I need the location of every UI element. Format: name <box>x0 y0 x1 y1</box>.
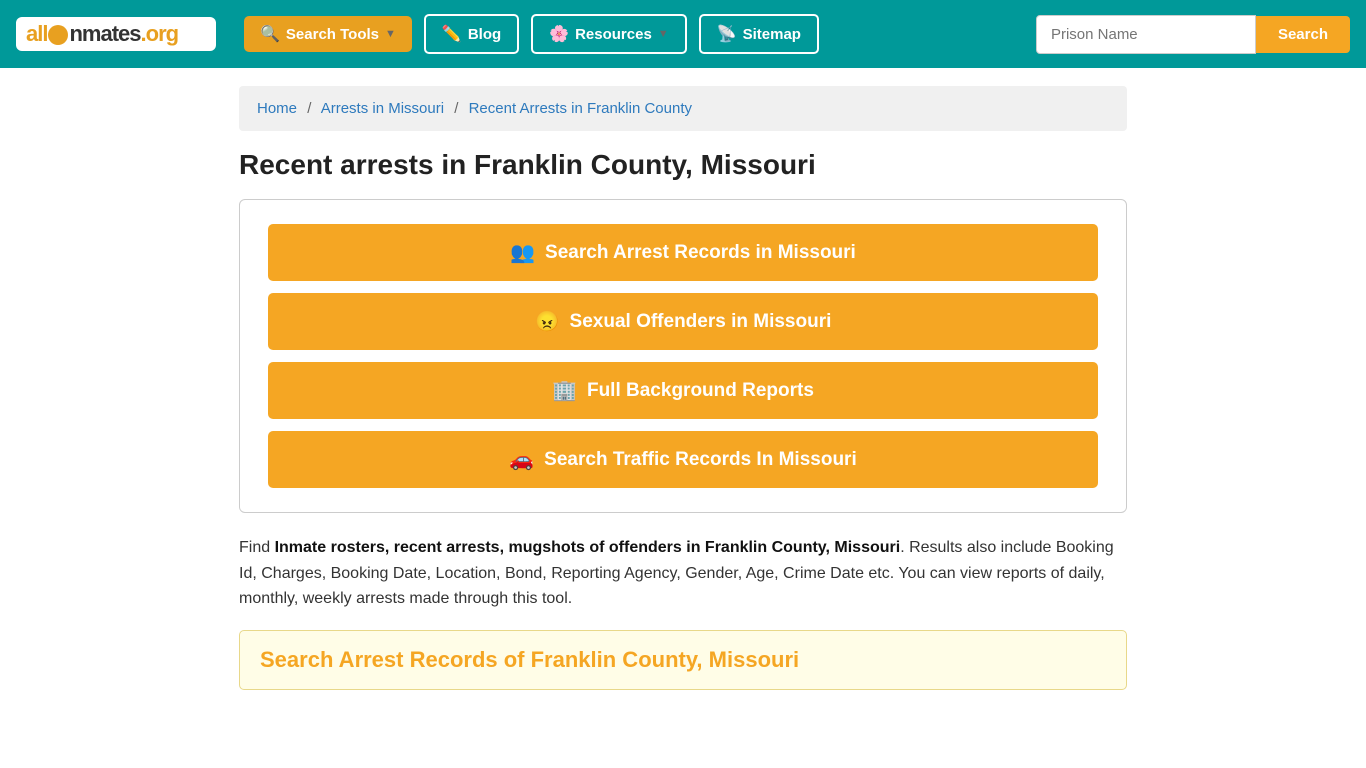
main-content: Home / Arrests in Missouri / Recent Arre… <box>223 86 1143 690</box>
description-text: Find Inmate rosters, recent arrests, mug… <box>239 535 1127 612</box>
sitemap-button[interactable]: 📡 Sitemap <box>699 14 819 54</box>
angry-face-icon: 😠 <box>535 309 560 334</box>
search-section-box: Search Arrest Records of Franklin County… <box>239 630 1127 690</box>
breadcrumb: Home / Arrests in Missouri / Recent Arre… <box>239 86 1127 131</box>
sitemap-label: Sitemap <box>743 26 801 43</box>
search-arrest-label: Search Arrest Records in Missouri <box>545 242 856 264</box>
search-arrest-button[interactable]: 👥 Search Arrest Records in Missouri <box>268 224 1098 281</box>
search-tools-label: Search Tools <box>286 26 379 43</box>
blog-button[interactable]: ✏️ Blog <box>424 14 519 54</box>
breadcrumb-current[interactable]: Recent Arrests in Franklin County <box>469 100 692 117</box>
logo-text: allnmates.org <box>26 21 178 47</box>
people-icon: 👥 <box>510 240 535 265</box>
main-header: allnmates.org 🔍 Search Tools ▼ ✏️ Blog 🌸… <box>0 0 1366 68</box>
resources-icon: 🌸 <box>549 24 569 44</box>
blog-icon: ✏️ <box>442 24 462 44</box>
prison-search-input[interactable] <box>1036 15 1256 54</box>
header-search-area: Search <box>1036 15 1350 54</box>
traffic-records-label: Search Traffic Records In Missouri <box>544 449 857 471</box>
sitemap-icon: 📡 <box>717 24 737 44</box>
search-icon: 🔍 <box>260 24 280 44</box>
building-icon: 🏢 <box>552 378 577 403</box>
breadcrumb-sep-1: / <box>307 100 311 117</box>
resources-label: Resources <box>575 26 652 43</box>
page-title: Recent arrests in Franklin County, Misso… <box>239 149 1127 181</box>
description-prefix: Find <box>239 539 275 556</box>
sexual-offenders-button[interactable]: 😠 Sexual Offenders in Missouri <box>268 293 1098 350</box>
chevron-down-icon: ▼ <box>385 28 396 40</box>
traffic-records-button[interactable]: 🚗 Search Traffic Records In Missouri <box>268 431 1098 488</box>
breadcrumb-sep-2: / <box>454 100 458 117</box>
search-tools-button[interactable]: 🔍 Search Tools ▼ <box>244 16 412 52</box>
blog-label: Blog <box>468 26 501 43</box>
resources-button[interactable]: 🌸 Resources ▼ <box>531 14 687 54</box>
description-bold: Inmate rosters, recent arrests, mugshots… <box>275 539 901 556</box>
search-section-title: Search Arrest Records of Franklin County… <box>260 647 1106 673</box>
site-logo[interactable]: allnmates.org <box>16 17 216 51</box>
action-card: 👥 Search Arrest Records in Missouri 😠 Se… <box>239 199 1127 513</box>
sexual-offenders-label: Sexual Offenders in Missouri <box>570 311 832 333</box>
breadcrumb-arrests-missouri[interactable]: Arrests in Missouri <box>321 100 444 117</box>
background-reports-label: Full Background Reports <box>587 380 814 402</box>
prison-search-button[interactable]: Search <box>1256 16 1350 53</box>
chevron-down-icon-2: ▼ <box>658 28 669 40</box>
car-icon: 🚗 <box>509 447 534 472</box>
background-reports-button[interactable]: 🏢 Full Background Reports <box>268 362 1098 419</box>
breadcrumb-home[interactable]: Home <box>257 100 297 117</box>
